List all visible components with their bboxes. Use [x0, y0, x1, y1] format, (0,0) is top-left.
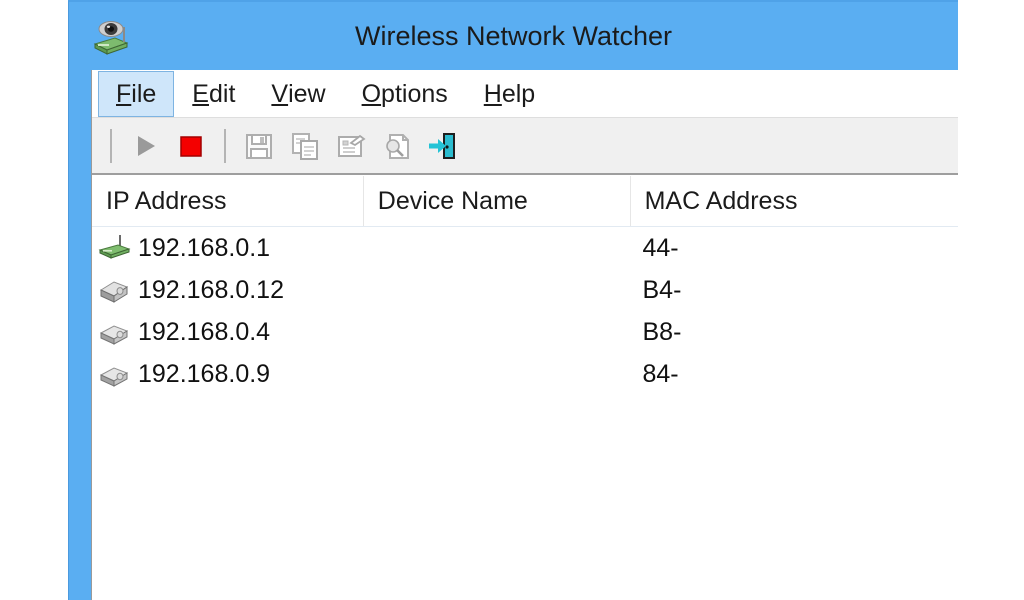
application-window: Wireless Network Watcher File Edit View …	[68, 0, 958, 600]
menu-label-edit: dit	[208, 79, 236, 108]
menu-accel-edit: E	[192, 79, 209, 108]
stop-scan-button[interactable]	[168, 123, 214, 169]
device-list: IP Address Device Name MAC Address 192.1…	[92, 176, 958, 600]
toolbar-separator-middle	[224, 128, 226, 163]
wireless-router-icon	[98, 233, 132, 263]
exit-door-icon	[426, 129, 460, 163]
menu-accel-view: V	[271, 79, 289, 108]
cell-ip-address-text: 192.168.0.12	[138, 275, 284, 304]
table-row[interactable]: 192.168.0.12 B4-	[92, 269, 958, 311]
column-header-device-name-label: Device Name	[377, 186, 528, 215]
start-scan-button[interactable]	[122, 123, 168, 169]
menu-accel-options: O	[361, 79, 382, 108]
column-header-ip-address-label: IP Address	[106, 186, 227, 215]
list-column-headers: IP Address Device Name MAC Address	[92, 176, 958, 227]
play-icon	[130, 131, 160, 161]
cell-ip-address: 192.168.0.1	[92, 227, 363, 269]
toolbar-separator-left	[110, 128, 112, 163]
save-button[interactable]	[236, 123, 282, 169]
copy-button[interactable]	[282, 123, 328, 169]
menu-label-file: ile	[131, 79, 157, 108]
title-bar[interactable]: Wireless Network Watcher	[69, 2, 958, 70]
cell-ip-address-text: 192.168.0.4	[138, 317, 271, 346]
cell-ip-address: 192.168.0.12	[92, 269, 363, 311]
properties-icon	[335, 130, 367, 162]
menu-item-help[interactable]: Help	[466, 71, 553, 117]
network-device-icon	[98, 359, 132, 389]
cell-ip-address-text: 192.168.0.9	[138, 359, 271, 388]
cell-device-name	[363, 353, 629, 395]
cell-mac-address: B8-	[642, 317, 682, 346]
cell-ip-address-text: 192.168.0.1	[138, 233, 271, 262]
table-row[interactable]: 192.168.0.4 B8-	[92, 311, 958, 353]
stop-icon	[176, 131, 206, 161]
properties-button[interactable]	[328, 123, 374, 169]
network-device-icon	[98, 317, 132, 347]
column-header-ip-address[interactable]: IP Address	[92, 176, 363, 226]
table-row[interactable]: 192.168.0.9 84-	[92, 353, 958, 395]
column-header-mac-address-label: MAC Address	[644, 186, 798, 215]
menu-label-view: iew	[288, 79, 326, 108]
menu-accel-file: F	[116, 79, 132, 108]
column-header-mac-address[interactable]: MAC Address	[629, 176, 958, 226]
cell-mac-address: 44-	[642, 233, 679, 262]
cell-device-name	[363, 269, 629, 311]
column-header-device-name[interactable]: Device Name	[362, 176, 630, 226]
network-device-icon	[98, 275, 132, 305]
report-icon	[381, 130, 413, 162]
exit-button[interactable]	[420, 123, 466, 169]
floppy-disk-icon	[243, 130, 275, 162]
cell-device-name	[363, 227, 629, 269]
menu-accel-help: H	[483, 79, 502, 108]
menu-item-edit[interactable]: Edit	[174, 71, 253, 117]
html-report-button[interactable]	[374, 123, 420, 169]
menu-label-options: ptions	[381, 79, 448, 108]
cell-mac-address: 84-	[642, 359, 679, 388]
toolbar	[92, 118, 958, 175]
client-area: File Edit View Options Help IP Address D…	[91, 70, 958, 600]
cell-device-name	[363, 311, 629, 353]
copy-icon	[289, 130, 321, 162]
cell-ip-address: 192.168.0.9	[92, 353, 363, 395]
menu-item-view[interactable]: View	[253, 71, 343, 117]
menu-label-help: elp	[501, 79, 536, 108]
menu-item-file[interactable]: File	[98, 71, 175, 117]
screenshot-root: Wireless Network Watcher File Edit View …	[0, 0, 1024, 600]
cell-mac-address: B4-	[642, 275, 682, 304]
menu-bar: File Edit View Options Help	[92, 70, 958, 118]
window-title: Wireless Network Watcher	[354, 21, 673, 51]
menu-item-options[interactable]: Options	[344, 71, 466, 117]
table-row[interactable]: 192.168.0.1 44-	[92, 227, 958, 269]
cell-ip-address: 192.168.0.4	[92, 311, 363, 353]
